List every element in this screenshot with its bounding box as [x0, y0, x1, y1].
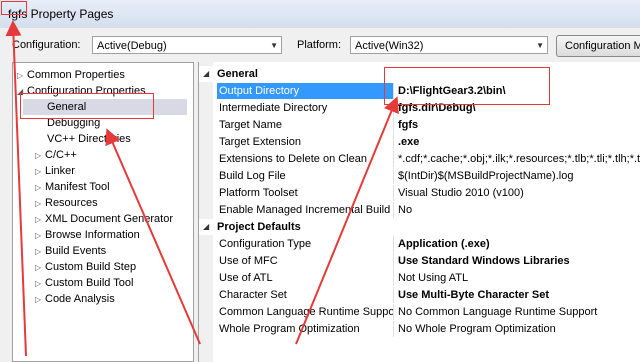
annotation-arrow-general	[105, 128, 201, 345]
annotation-arrows	[5, 20, 399, 357]
annotation-arrow-output-directory	[295, 96, 399, 345]
annotation-arrow-title	[5, 20, 27, 357]
